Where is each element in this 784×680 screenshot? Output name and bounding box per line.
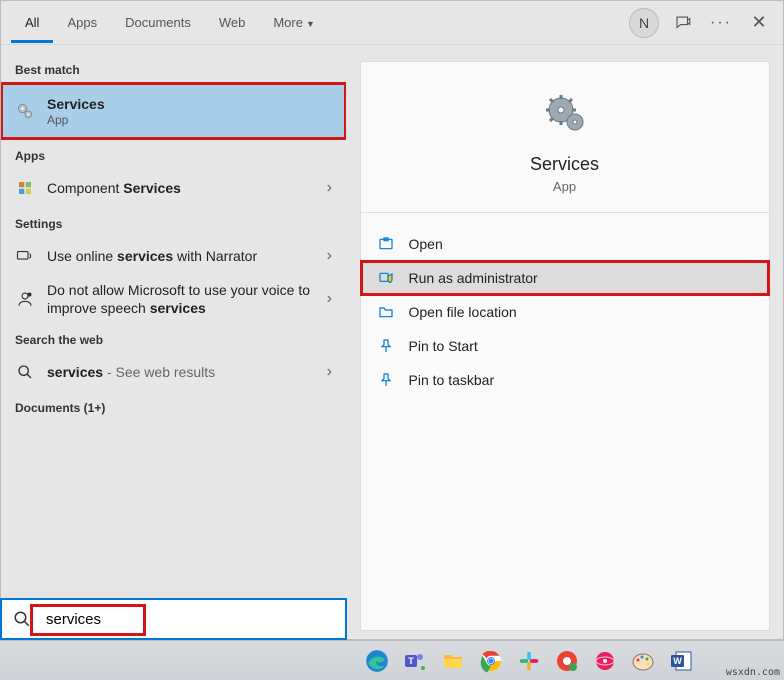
section-settings: Settings xyxy=(1,207,346,237)
watermark: wsxdn.com xyxy=(726,667,780,678)
search-tabs: All Apps Documents Web More▼ N ··· ✕ xyxy=(1,1,783,45)
best-match-subtitle: App xyxy=(47,113,105,127)
action-open[interactable]: Open xyxy=(361,227,769,261)
taskbar-explorer[interactable] xyxy=(436,644,470,678)
admin-shield-icon xyxy=(377,269,395,287)
pin-icon xyxy=(377,337,395,355)
preview-pane: Services App Open Run as administrator xyxy=(346,45,783,639)
tab-more[interactable]: More▼ xyxy=(259,3,329,42)
taskbar-app-pink[interactable] xyxy=(588,644,622,678)
result-component-services[interactable]: Component Services › xyxy=(1,169,346,207)
open-icon xyxy=(377,235,395,253)
component-icon xyxy=(15,178,35,198)
taskbar-word[interactable]: W xyxy=(664,644,698,678)
best-match-title: Services xyxy=(47,95,105,113)
section-best-match: Best match xyxy=(1,53,346,83)
preview-title: Services xyxy=(530,154,599,175)
chevron-right-icon: › xyxy=(327,179,332,197)
search-box[interactable] xyxy=(0,598,347,640)
result-narrator-services[interactable]: Use online services with Narrator › xyxy=(1,237,346,275)
taskbar: T W xyxy=(0,640,784,680)
section-documents: Documents (1+) xyxy=(1,391,346,421)
taskbar-chrome[interactable] xyxy=(474,644,508,678)
close-icon[interactable]: ✕ xyxy=(745,9,773,37)
action-pin-start[interactable]: Pin to Start xyxy=(361,329,769,363)
gears-icon xyxy=(15,101,35,121)
action-run-as-admin[interactable]: Run as administrator xyxy=(361,261,769,295)
search-icon xyxy=(2,610,42,628)
taskbar-slack[interactable] xyxy=(512,644,546,678)
pin-icon xyxy=(377,371,395,389)
result-speech-services[interactable]: Do not allow Microsoft to use your voice… xyxy=(1,275,346,323)
speech-icon xyxy=(15,289,35,309)
action-pin-taskbar[interactable]: Pin to taskbar xyxy=(361,363,769,397)
results-left-pane: Best match Services App Apps Component S… xyxy=(1,45,346,639)
action-open-location[interactable]: Open file location xyxy=(361,295,769,329)
svg-text:W: W xyxy=(673,656,682,666)
tab-documents[interactable]: Documents xyxy=(111,3,205,42)
chevron-right-icon: › xyxy=(327,290,332,308)
search-icon xyxy=(15,362,35,382)
chevron-right-icon: › xyxy=(327,247,332,265)
tab-all[interactable]: All xyxy=(11,3,53,43)
taskbar-chrome-profile[interactable] xyxy=(550,644,584,678)
services-gear-icon xyxy=(541,90,589,138)
taskbar-edge[interactable] xyxy=(360,644,394,678)
taskbar-paint[interactable] xyxy=(626,644,660,678)
chevron-right-icon: › xyxy=(327,363,332,381)
more-options-icon[interactable]: ··· xyxy=(707,9,735,37)
best-match-services[interactable]: Services App xyxy=(1,83,346,139)
preview-subtitle: App xyxy=(553,179,576,194)
tab-web[interactable]: Web xyxy=(205,3,260,42)
svg-text:T: T xyxy=(408,656,414,666)
section-web: Search the web xyxy=(1,323,346,353)
chevron-down-icon: ▼ xyxy=(306,19,315,29)
section-apps: Apps xyxy=(1,139,346,169)
feedback-icon[interactable] xyxy=(669,9,697,37)
search-input[interactable] xyxy=(42,607,345,632)
narrator-icon xyxy=(15,246,35,266)
taskbar-teams[interactable]: T xyxy=(398,644,432,678)
result-web-services[interactable]: services - See web results › xyxy=(1,353,346,391)
folder-icon xyxy=(377,303,395,321)
tab-apps[interactable]: Apps xyxy=(53,3,111,42)
start-search-panel: All Apps Documents Web More▼ N ··· ✕ Bes… xyxy=(0,0,784,640)
user-avatar[interactable]: N xyxy=(629,8,659,38)
